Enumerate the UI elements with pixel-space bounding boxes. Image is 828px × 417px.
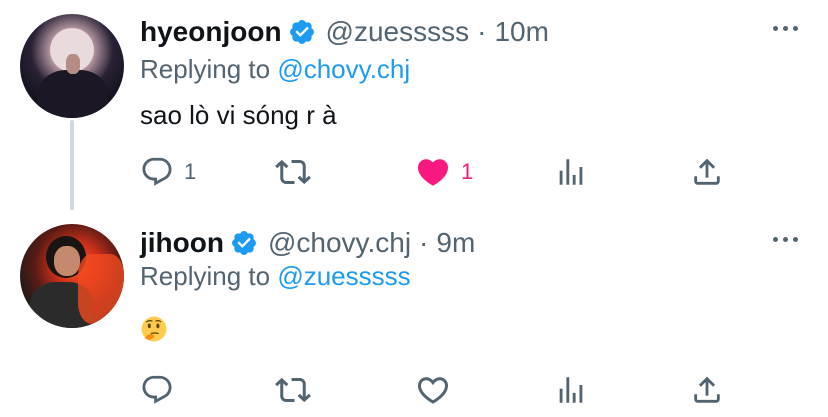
more-options-icon[interactable]	[773, 237, 798, 242]
thinking-face-emoji-icon	[141, 316, 167, 342]
tweet-header: hyeonjoon @zuesssss · 10m	[140, 16, 549, 48]
retweet-icon	[275, 159, 311, 185]
handle[interactable]: @zuesssss	[326, 16, 470, 48]
handle[interactable]: @chovy.chj	[268, 227, 411, 259]
retweet-icon	[275, 377, 311, 403]
reply-button[interactable]: 1	[140, 152, 196, 192]
share-button[interactable]	[690, 370, 724, 410]
tweet-text: sao lò vi sóng r à	[140, 100, 337, 130]
views-button[interactable]	[554, 152, 588, 192]
like-count: 1	[461, 159, 474, 184]
heart-outline-icon	[417, 377, 449, 404]
timestamp[interactable]: 9m	[436, 227, 475, 259]
verified-badge-icon	[230, 229, 258, 257]
more-options-icon[interactable]	[773, 26, 798, 31]
action-bar: 1 1	[0, 152, 828, 192]
reply-icon	[142, 157, 172, 186]
like-button[interactable]	[415, 370, 461, 410]
heart-filled-icon	[417, 159, 449, 186]
analytics-icon	[559, 377, 583, 403]
retweet-button[interactable]	[275, 370, 311, 410]
display-name[interactable]: jihoon	[140, 227, 224, 259]
tweet-header: jihoon @chovy.chj · 9m	[140, 227, 475, 259]
reply-button[interactable]	[140, 370, 184, 410]
retweet-button[interactable]	[275, 152, 311, 192]
replying-to-label: Replying to	[140, 261, 278, 291]
tweet[interactable]: hyeonjoon @zuesssss · 10m Replying to @c…	[0, 0, 828, 210]
separator-dot: ·	[419, 227, 429, 258]
share-icon	[694, 376, 720, 403]
avatar[interactable]	[20, 14, 124, 118]
avatar[interactable]	[20, 224, 124, 328]
action-bar	[0, 370, 828, 410]
views-button[interactable]	[554, 370, 588, 410]
reply-icon	[142, 375, 172, 404]
verified-badge-icon	[288, 18, 316, 46]
share-icon	[694, 158, 720, 185]
replying-to: Replying to @chovy.chj	[140, 54, 410, 85]
mention-link[interactable]: @zuesssss	[277, 261, 410, 291]
timestamp[interactable]: 10m	[494, 16, 548, 48]
replying-to: Replying to @zuesssss	[140, 261, 411, 292]
analytics-icon	[559, 159, 583, 185]
display-name[interactable]: hyeonjoon	[140, 16, 282, 48]
mention-link[interactable]: @chovy.chj	[277, 54, 410, 84]
share-button[interactable]	[690, 152, 724, 192]
reply-count: 1	[184, 159, 197, 184]
tweet[interactable]: jihoon @chovy.chj · 9m Replying to @zues…	[0, 210, 828, 417]
replying-to-label: Replying to	[140, 54, 278, 84]
separator-dot: ·	[477, 16, 487, 47]
like-button[interactable]: 1	[415, 152, 473, 192]
